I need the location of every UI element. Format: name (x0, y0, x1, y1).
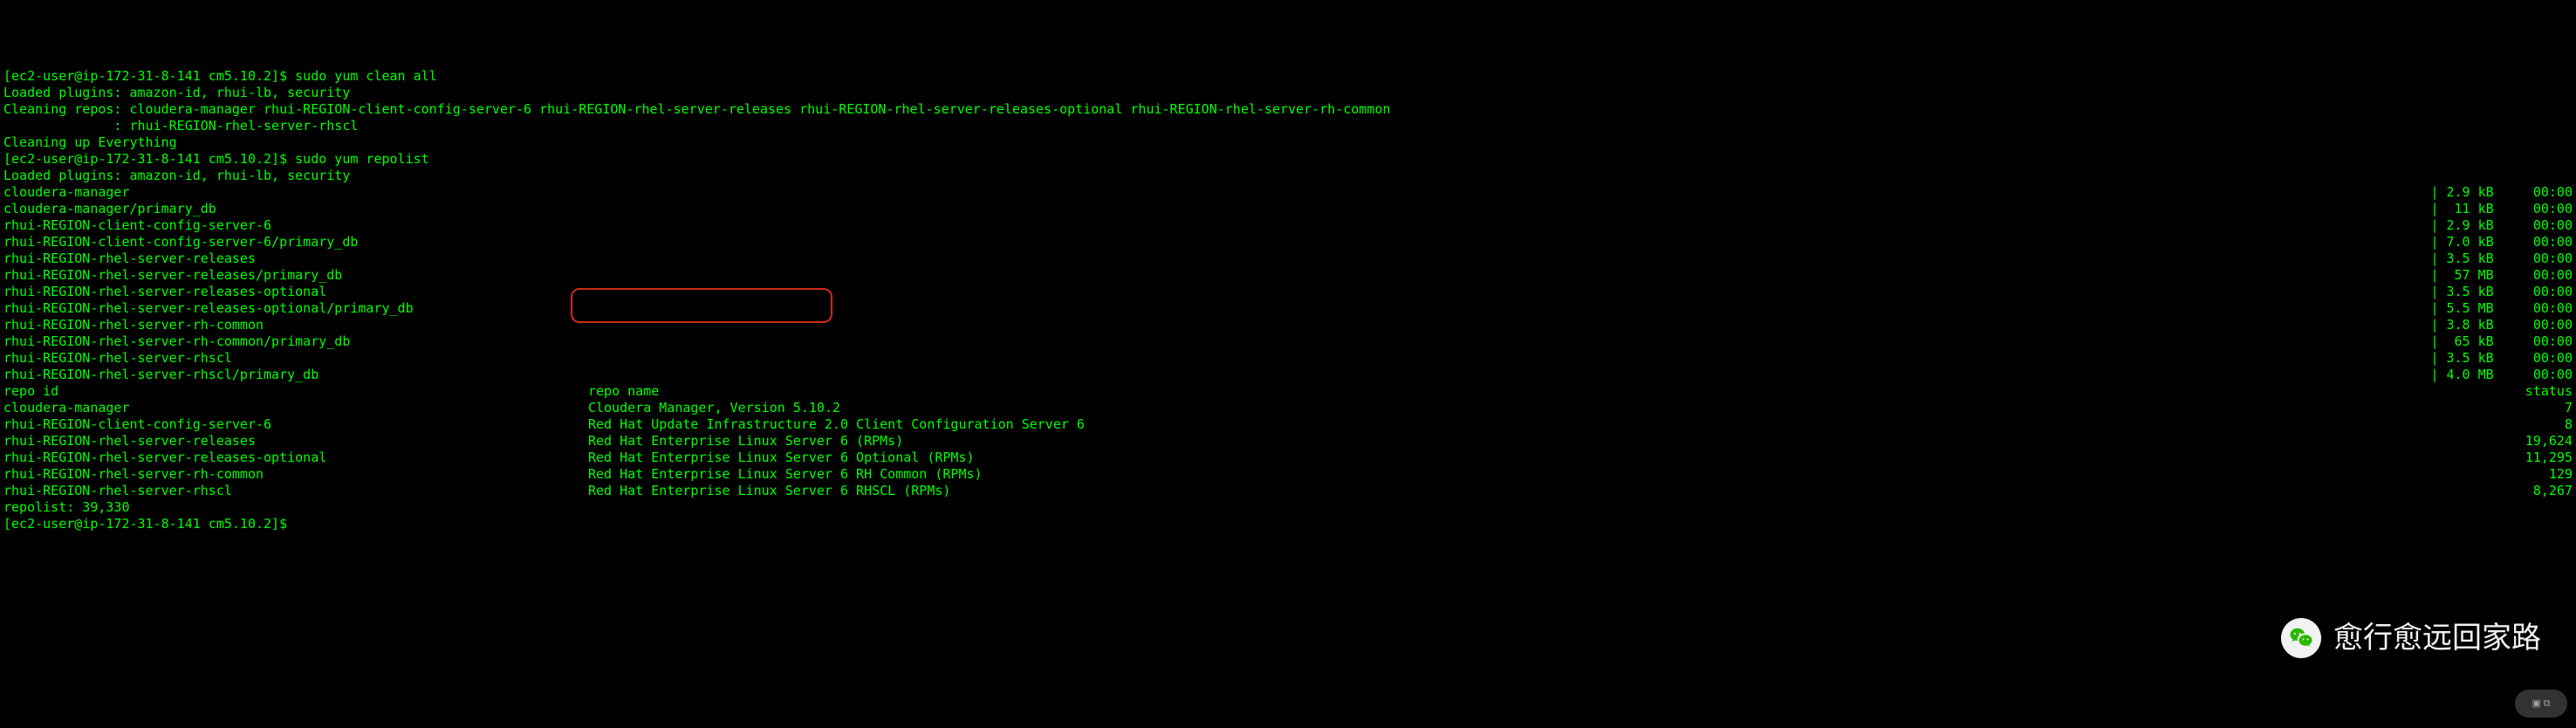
repo-file: cloudera-manager/primary_db (3, 201, 216, 217)
prompt-line: [ec2-user@ip-172-31-8-141 cm5.10.2]$ sud… (3, 151, 2573, 168)
repo-id: rhui-REGION-rhel-server-releases-optiona… (3, 450, 588, 466)
terminal-line: Cleaning up Everything (3, 134, 2573, 151)
repolist-row: rhui-REGION-rhel-server-rhsclRed Hat Ent… (3, 483, 2573, 499)
download-row: rhui-REGION-rhel-server-rh-common/primar… (3, 333, 2573, 350)
repo-file: rhui-REGION-rhel-server-rh-common/primar… (3, 333, 350, 350)
download-row: cloudera-manager/primary_db | 11 kB 00:00 (3, 201, 2573, 217)
repolist-row: rhui-REGION-rhel-server-rh-commonRed Hat… (3, 466, 2573, 483)
prompt-line: [ec2-user@ip-172-31-8-141 cm5.10.2]$ sud… (3, 68, 2573, 85)
repo-id: rhui-REGION-rhel-server-rhscl (3, 483, 588, 499)
watermark: 愈行愈远回家路 (2281, 618, 2541, 658)
terminal-line: Loaded plugins: amazon-id, rhui-lb, secu… (3, 168, 2573, 184)
repo-size-time: | 2.9 kB 00:00 (2346, 217, 2573, 234)
repo-status: 8 (2468, 416, 2573, 433)
repo-status: 11,295 (2468, 450, 2573, 466)
repolist-row: rhui-REGION-client-config-server-6Red Ha… (3, 416, 2573, 433)
repo-file: rhui-REGION-client-config-server-6 (3, 217, 271, 234)
repo-size-time: | 3.8 kB 00:00 (2346, 317, 2573, 333)
repo-file: rhui-REGION-rhel-server-releases (3, 251, 256, 267)
repo-size-time: | 2.9 kB 00:00 (2346, 184, 2573, 201)
repo-size-time: | 3.5 kB 00:00 (2346, 251, 2573, 267)
repo-size-time: | 4.0 MB 00:00 (2346, 367, 2573, 383)
repo-name: Red Hat Enterprise Linux Server 6 RHSCL … (588, 483, 2468, 499)
repo-file: rhui-REGION-rhel-server-rh-common (3, 317, 264, 333)
corner-badge-icon: ▣ ⧉ (2531, 696, 2550, 712)
repo-file: cloudera-manager (3, 184, 130, 201)
repo-id: rhui-REGION-rhel-server-releases (3, 433, 588, 450)
prompt-line: [ec2-user@ip-172-31-8-141 cm5.10.2]$ (3, 516, 2573, 532)
repolist-row: cloudera-managerCloudera Manager, Versio… (3, 400, 2573, 416)
download-row: rhui-REGION-client-config-server-6/prima… (3, 234, 2573, 251)
watermark-text: 愈行愈远回家路 (2333, 630, 2541, 647)
download-row: rhui-REGION-rhel-server-releases | 3.5 kB… (3, 251, 2573, 267)
download-row: cloudera-manager | 2.9 kB 00:00 (3, 184, 2573, 201)
repo-id: cloudera-manager (3, 400, 588, 416)
terminal-line: Loaded plugins: amazon-id, rhui-lb, secu… (3, 85, 2573, 101)
repo-size-time: | 5.5 MB 00:00 (2346, 300, 2573, 317)
download-row: rhui-REGION-rhel-server-releases-optiona… (3, 284, 2573, 300)
download-row: rhui-REGION-rhel-server-rhscl/primary_db… (3, 367, 2573, 383)
repo-status: 19,624 (2468, 433, 2573, 450)
download-row: rhui-REGION-client-config-server-6 | 2.9 … (3, 217, 2573, 234)
repo-size-time: | 3.5 kB 00:00 (2346, 350, 2573, 367)
repolist-total: repolist: 39,330 (3, 499, 2573, 516)
repo-size-time: | 7.0 kB 00:00 (2346, 234, 2573, 251)
repo-status: 8,267 (2468, 483, 2573, 499)
repo-file: rhui-REGION-rhel-server-releases-optiona… (3, 300, 414, 317)
repo-size-time: | 65 kB 00:00 (2346, 333, 2573, 350)
col-repo-id: repo id (3, 383, 588, 400)
download-row: rhui-REGION-rhel-server-releases/primary… (3, 267, 2573, 284)
repo-file: rhui-REGION-client-config-server-6/prima… (3, 234, 358, 251)
wechat-icon (2281, 618, 2321, 658)
download-row: rhui-REGION-rhel-server-rh-common | 3.8 k… (3, 317, 2573, 333)
col-status: status (2468, 383, 2573, 400)
repo-name: Red Hat Enterprise Linux Server 6 RH Com… (588, 466, 2468, 483)
repo-file: rhui-REGION-rhel-server-rhscl/primary_db (3, 367, 319, 383)
repo-id: rhui-REGION-client-config-server-6 (3, 416, 588, 433)
download-row: rhui-REGION-rhel-server-releases-optiona… (3, 300, 2573, 317)
col-repo-name: repo name (588, 383, 2468, 400)
repolist-header: repo idrepo namestatus (3, 383, 2573, 400)
repo-file: rhui-REGION-rhel-server-releases/primary… (3, 267, 342, 284)
repo-size-time: | 57 MB 00:00 (2346, 267, 2573, 284)
repo-size-time: | 11 kB 00:00 (2346, 201, 2573, 217)
corner-badge: ▣ ⧉ (2515, 690, 2567, 718)
repo-name: Red Hat Update Infrastructure 2.0 Client… (588, 416, 2468, 433)
repolist-row: rhui-REGION-rhel-server-releases-optiona… (3, 450, 2573, 466)
repo-name: Red Hat Enterprise Linux Server 6 (RPMs) (588, 433, 2468, 450)
repo-name: Red Hat Enterprise Linux Server 6 Option… (588, 450, 2468, 466)
repo-file: rhui-REGION-rhel-server-rhscl (3, 350, 232, 367)
terminal-line: : rhui-REGION-rhel-server-rhscl (3, 118, 2573, 134)
repo-name: Cloudera Manager, Version 5.10.2 (588, 400, 2468, 416)
repo-status: 7 (2468, 400, 2573, 416)
repo-status: 129 (2468, 466, 2573, 483)
repo-size-time: | 3.5 kB 00:00 (2346, 284, 2573, 300)
repo-id: rhui-REGION-rhel-server-rh-common (3, 466, 588, 483)
download-row: rhui-REGION-rhel-server-rhscl | 3.5 kB 00… (3, 350, 2573, 367)
repolist-row: rhui-REGION-rhel-server-releasesRed Hat … (3, 433, 2573, 450)
terminal-output[interactable]: [ec2-user@ip-172-31-8-141 cm5.10.2]$ sud… (3, 68, 2573, 532)
repo-file: rhui-REGION-rhel-server-releases-optiona… (3, 284, 326, 300)
terminal-line: Cleaning repos: cloudera-manager rhui-RE… (3, 101, 2573, 118)
